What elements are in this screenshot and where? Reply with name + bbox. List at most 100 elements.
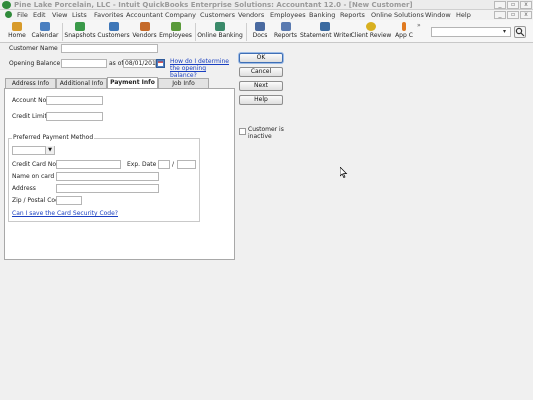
credit-limit-label: Credit Limit [12, 113, 47, 120]
menu-customers[interactable]: Customers [200, 11, 235, 19]
docs-icon [255, 22, 265, 31]
menu-accountant[interactable]: Accountant [126, 11, 163, 19]
calendar-picker-button[interactable] [156, 59, 165, 68]
toolbar-home-label: Home [8, 32, 26, 39]
quickbooks-logo-icon [2, 1, 11, 9]
search-dropdown-icon[interactable]: ▾ [503, 28, 506, 35]
toolbar-customers-label: Customers [97, 32, 130, 39]
customer-inactive-label: Customer is inactive [248, 126, 284, 140]
credit-card-no-label: Credit Card No. [12, 161, 58, 168]
toolbar-docs-button[interactable]: Docs [250, 20, 270, 43]
opening-balance-input[interactable] [61, 59, 107, 68]
app-menu-icon[interactable] [5, 11, 12, 18]
toolbar-reports-button[interactable]: Reports [272, 20, 299, 43]
minimize-button[interactable]: _ [494, 1, 506, 9]
search-icon [515, 27, 525, 37]
exp-month-input[interactable] [158, 160, 170, 169]
menu-employees[interactable]: Employees [270, 11, 306, 19]
toolbar-statement-writer-button[interactable]: Statement Writer [300, 20, 352, 43]
toolbar-docs-label: Docs [252, 32, 268, 39]
menu-file[interactable]: File [17, 11, 28, 19]
toolbar-app-center-button[interactable]: App C [394, 20, 414, 43]
menu-help[interactable]: Help [456, 11, 471, 19]
opening-balance-help-link[interactable]: How do I determine the opening balance? [170, 58, 232, 79]
search-input[interactable] [431, 27, 511, 37]
help-button[interactable]: Help [239, 95, 283, 105]
tab-job-info[interactable]: Job Info [158, 78, 209, 88]
chevron-down-icon[interactable]: ▼ [45, 146, 54, 154]
calendar-icon [158, 61, 163, 66]
client-review-icon [366, 22, 376, 31]
toolbar-vendors-button[interactable]: Vendors [131, 20, 158, 43]
statement-writer-icon [319, 22, 330, 31]
customer-name-input[interactable] [61, 44, 158, 53]
tab-payment-info[interactable]: Payment Info [107, 77, 158, 88]
toolbar-statement-writer-label: Statement Writer [300, 32, 352, 39]
employees-icon [170, 22, 181, 31]
credit-limit-input[interactable] [46, 112, 103, 121]
name-on-card-label: Name on card [12, 173, 55, 180]
menu-company[interactable]: Company [165, 11, 196, 19]
reports-icon [280, 22, 291, 31]
ok-button[interactable]: OK [239, 53, 283, 63]
app-center-icon [402, 22, 406, 31]
toolbar-reports-label: Reports [273, 32, 297, 39]
menu-banking[interactable]: Banking [309, 11, 335, 19]
doc-restore-button[interactable]: ▫ [507, 11, 519, 19]
toolbar-snapshots-label: Snapshots [64, 32, 96, 39]
zip-postal-code-input[interactable] [56, 196, 82, 205]
cancel-button[interactable]: Cancel [239, 67, 283, 77]
toolbar-more-button[interactable]: » [417, 22, 421, 29]
menu-online-solutions[interactable]: Online Solutions [371, 11, 424, 19]
customers-icon [108, 22, 119, 31]
card-security-code-link[interactable]: Can I save the Card Security Code? [12, 210, 118, 217]
tab-address-info[interactable]: Address Info [5, 78, 56, 88]
toolbar-snapshots-button[interactable]: Snapshots [64, 20, 96, 43]
toolbar-employees-button[interactable]: Employees [159, 20, 192, 43]
toolbar-home-button[interactable]: Home [5, 20, 29, 43]
menu-window[interactable]: Window [425, 11, 451, 19]
doc-minimize-button[interactable]: _ [494, 11, 506, 19]
title-bar: Pine Lake Porcelain, LLC - Intuit QuickB… [0, 0, 533, 10]
address-label: Address [12, 185, 36, 192]
opening-balance-label: Opening Balance [9, 60, 61, 67]
toolbar-customers-button[interactable]: Customers [97, 20, 130, 43]
address-input[interactable] [56, 184, 159, 193]
menu-reports[interactable]: Reports [340, 11, 365, 19]
toolbar-online-banking-button[interactable]: Online Banking [197, 20, 243, 43]
toolbar-employees-label: Employees [159, 32, 192, 39]
tab-additional-info[interactable]: Additional Info [56, 78, 107, 88]
menu-bar: File Edit View Lists Favorites Accountan… [0, 10, 533, 20]
toolbar-separator [195, 23, 196, 41]
search-button[interactable] [514, 26, 526, 38]
menu-vendors[interactable]: Vendors [238, 11, 264, 19]
credit-card-no-input[interactable] [56, 160, 121, 169]
customer-inactive-checkbox[interactable] [239, 128, 246, 135]
exp-year-input[interactable] [177, 160, 196, 169]
next-button[interactable]: Next [239, 81, 283, 91]
exp-date-separator: / [172, 161, 175, 168]
toolbar-client-review-button[interactable]: Client Review [350, 20, 392, 43]
menu-edit[interactable]: Edit [33, 11, 46, 19]
icon-toolbar: Home Calendar Snapshots Customers Vendor… [0, 20, 533, 43]
doc-close-button[interactable]: x [520, 11, 532, 19]
snapshots-icon [75, 22, 85, 31]
menu-lists[interactable]: Lists [72, 11, 87, 19]
toolbar-calendar-label: Calendar [31, 32, 59, 39]
name-on-card-input[interactable] [56, 172, 159, 181]
mouse-cursor-icon [340, 167, 348, 178]
calendar-icon [40, 22, 50, 31]
account-no-input[interactable] [46, 96, 103, 105]
close-button[interactable]: x [520, 1, 532, 9]
restore-button[interactable]: ▫ [507, 1, 519, 9]
preferred-payment-method-label: Preferred Payment Method [12, 134, 95, 141]
toolbar-client-review-label: Client Review [350, 32, 392, 39]
toolbar-calendar-button[interactable]: Calendar [30, 20, 60, 43]
toolbar-separator [246, 23, 247, 41]
window-title: Pine Lake Porcelain, LLC - Intuit QuickB… [14, 1, 413, 9]
menu-favorites[interactable]: Favorites [94, 11, 123, 19]
menu-view[interactable]: View [52, 11, 67, 19]
zip-postal-code-label: Zip / Postal Code [12, 197, 63, 204]
as-of-date-input[interactable]: 08/01/2012 [123, 59, 160, 68]
customer-name-label: Customer Name [9, 45, 58, 52]
